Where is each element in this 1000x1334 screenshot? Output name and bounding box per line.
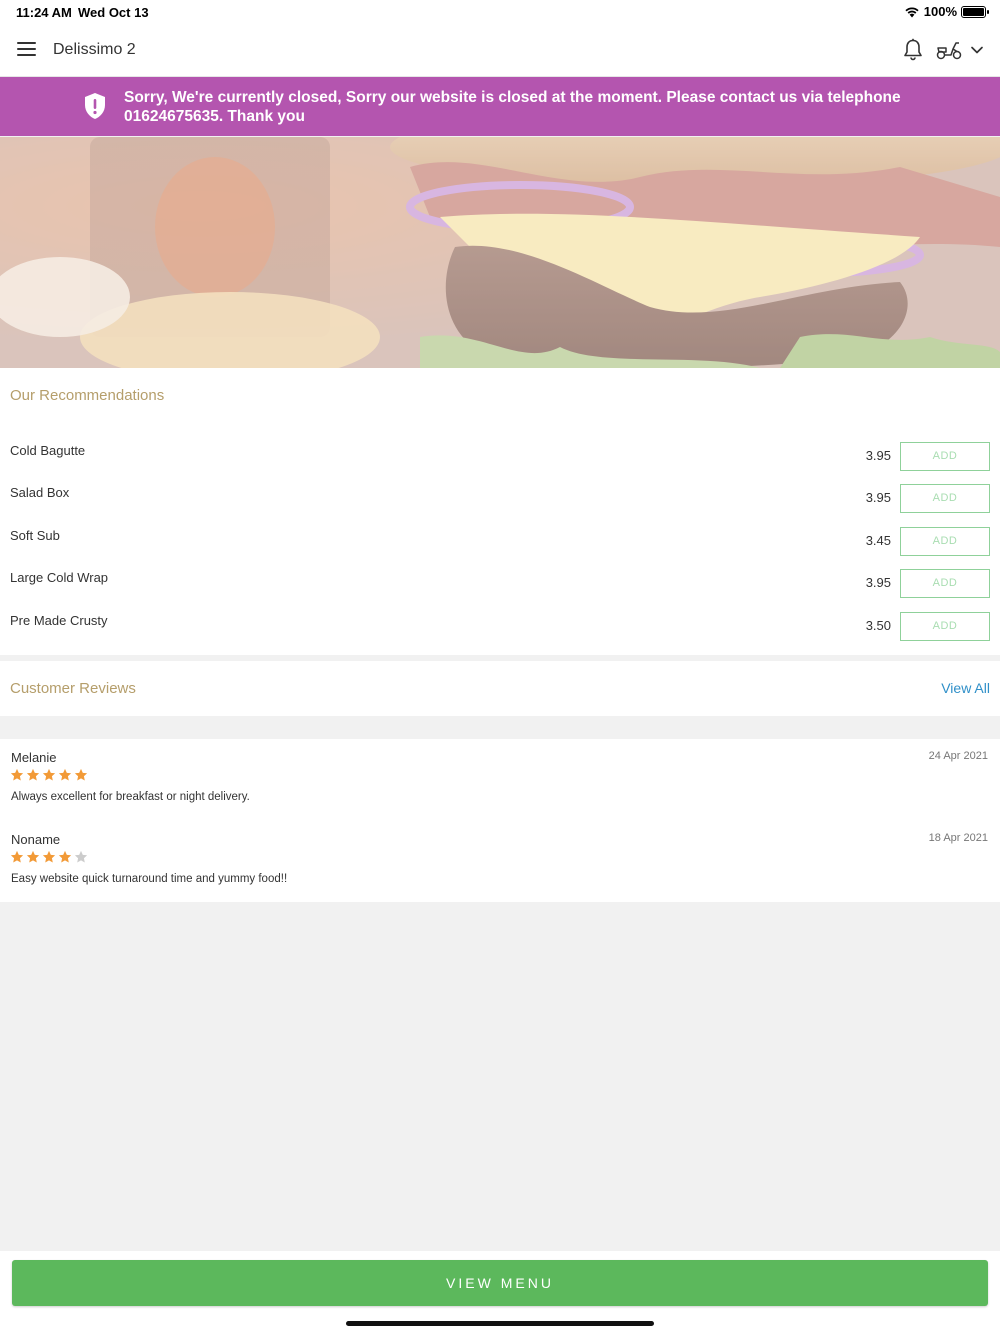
recommendation-item: Soft Sub 3.45 ADD [0,524,1000,566]
menu-icon[interactable] [17,42,36,57]
recommendation-item: Salad Box 3.95 ADD [0,481,1000,523]
battery-icon [961,5,989,18]
view-all-link[interactable]: View All [941,680,990,696]
reviewer-name: Melanie [11,750,57,765]
recommendation-item: Large Cold Wrap 3.95 ADD [0,566,1000,608]
home-indicator [346,1321,654,1326]
star-empty-icon [74,850,88,863]
status-bar: 11:24 AM Wed Oct 13 100% [0,0,1000,24]
review-date: 18 Apr 2021 [928,832,988,844]
star-filled-icon [26,850,40,863]
bottom-bar: VIEW MENU [0,1251,1000,1334]
add-button[interactable]: ADD [900,527,990,556]
star-filled-icon [74,768,88,781]
recommendations-section: Our Recommendations Cold Bagutte 3.95 AD… [0,368,1000,655]
reviews-title: Customer Reviews [10,680,136,697]
battery-level-fill [963,7,984,16]
reviews-header: Customer Reviews View All [0,661,1000,716]
wifi-icon [905,6,919,17]
star-filled-icon [26,768,40,781]
recommendations-title: Our Recommendations [10,387,165,404]
star-rating [10,850,88,864]
status-date: Wed Oct 13 [78,5,149,20]
review-text: Always excellent for breakfast or night … [11,791,250,803]
closed-banner: Sorry, We're currently closed, Sorry our… [0,77,1000,136]
add-button[interactable]: ADD [900,484,990,513]
scooter-icon[interactable] [936,40,962,60]
item-price: 3.50 [865,618,891,633]
add-button[interactable]: ADD [900,612,990,641]
star-filled-icon [42,768,56,781]
star-filled-icon [42,850,56,863]
app-header: Delissimo 2 [0,24,1000,77]
star-filled-icon [58,850,72,863]
reviewer-name: Noname [11,832,61,847]
bell-icon[interactable] [902,38,924,62]
item-name: Salad Box [10,485,70,500]
status-time: 11:24 AM [16,5,72,20]
recommendation-item: Pre Made Crusty 3.50 ADD [0,609,1000,651]
battery-percent: 100% [923,4,957,19]
add-button[interactable]: ADD [900,442,990,471]
item-price: 3.95 [865,490,891,505]
item-price: 3.45 [865,533,891,548]
recommendation-item: Cold Bagutte 3.95 ADD [0,439,1000,481]
star-filled-icon [10,768,24,781]
add-button[interactable]: ADD [900,569,990,598]
star-filled-icon [10,850,24,863]
restaurant-title: Delissimo 2 [53,41,136,58]
reviews-list: Melanie 24 Apr 2021 Always excellent for… [0,739,1000,902]
hero-image [0,137,1000,368]
review-item: Melanie 24 Apr 2021 Always excellent for… [0,739,1000,809]
review-item: Noname 18 Apr 2021 Easy website quick tu… [0,821,1000,891]
chevron-down-icon[interactable] [970,43,984,57]
review-text: Easy website quick turnaround time and y… [11,873,288,885]
item-name: Soft Sub [10,528,60,543]
star-rating [10,768,88,782]
item-name: Large Cold Wrap [10,570,109,585]
closed-message: Sorry, We're currently closed, Sorry our… [124,89,901,125]
review-date: 24 Apr 2021 [928,750,988,762]
status-right: 100% [904,4,989,19]
star-filled-icon [58,768,72,781]
shield-alert-icon [85,93,105,119]
item-price: 3.95 [865,575,891,590]
item-price: 3.95 [865,448,891,463]
item-name: Cold Bagutte [10,443,86,458]
view-menu-button[interactable]: VIEW MENU [12,1260,988,1306]
item-name: Pre Made Crusty [10,613,108,628]
